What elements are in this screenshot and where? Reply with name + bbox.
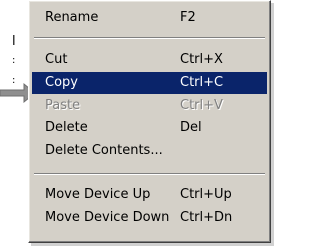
- menu-item-label: Delete: [45, 120, 88, 135]
- menu-separator: [34, 37, 265, 39]
- menu-item-shortcut: F2: [180, 10, 196, 25]
- menu-item-shortcut: Ctrl+Up: [180, 187, 232, 202]
- menu-item-label: Rename: [45, 10, 99, 25]
- menu-item-label: Paste: [45, 98, 81, 113]
- menu-item-cut[interactable]: Cut Ctrl+X: [32, 49, 267, 71]
- background-text-fragment: l: [12, 34, 16, 49]
- menu-item-delete-contents[interactable]: Delete Contents...: [32, 140, 267, 162]
- background-text-fragment: :: [12, 55, 16, 66]
- menu-item-shortcut: Ctrl+C: [180, 75, 224, 90]
- menu-item-move-device-up[interactable]: Move Device Up Ctrl+Up: [32, 184, 267, 206]
- menu-item-shortcut: Ctrl+X: [180, 52, 223, 67]
- menu-item-move-device-down[interactable]: Move Device Down Ctrl+Dn: [32, 207, 267, 229]
- screenshot-stage: l : : Rename F2 Cut Ctrl+X Copy Ctrl+C P…: [0, 0, 278, 246]
- menu-item-delete[interactable]: Delete Del: [32, 117, 267, 139]
- menu-separator: [34, 173, 265, 175]
- menu-item-shortcut: Ctrl+V: [180, 98, 223, 113]
- menu-item-copy[interactable]: Copy Ctrl+C: [32, 72, 267, 94]
- menu-item-label: Copy: [45, 75, 78, 90]
- menu-item-label: Move Device Up: [45, 187, 151, 202]
- menu-item-shortcut: Del: [180, 120, 202, 135]
- context-menu: Rename F2 Cut Ctrl+X Copy Ctrl+C Paste C…: [28, 0, 271, 243]
- menu-item-label: Delete Contents...: [45, 143, 163, 158]
- menu-item-paste: Paste Ctrl+V: [32, 95, 267, 117]
- menu-item-label: Cut: [45, 52, 68, 67]
- menu-item-shortcut: Ctrl+Dn: [180, 210, 233, 225]
- menu-item-label: Move Device Down: [45, 210, 170, 225]
- menu-item-rename[interactable]: Rename F2: [32, 7, 267, 29]
